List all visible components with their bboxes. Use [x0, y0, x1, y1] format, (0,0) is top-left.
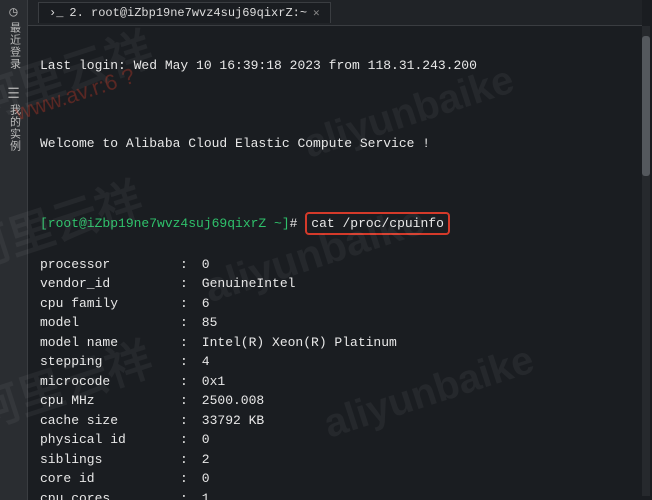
field-value: 0x1 — [194, 372, 225, 392]
field-key: model name — [40, 333, 180, 353]
field-value: 0 — [194, 430, 210, 450]
colon: : — [180, 352, 194, 372]
cpuinfo-row: cpu cores: 1 — [40, 489, 642, 500]
field-value: 85 — [194, 313, 217, 333]
field-key: cpu family — [40, 294, 180, 314]
command-text: cat /proc/cpuinfo — [311, 216, 444, 231]
field-key: cache size — [40, 411, 180, 431]
prompt-line: [root@iZbp19ne7wvz4suj69qixrZ ~]# cat /p… — [40, 212, 642, 236]
terminal-icon: ›_ — [49, 6, 63, 20]
field-value: 4 — [194, 352, 210, 372]
blank-line — [40, 173, 642, 193]
cpuinfo-row: microcode: 0x1 — [40, 372, 642, 392]
cpuinfo-row: stepping: 4 — [40, 352, 642, 372]
field-key: vendor_id — [40, 274, 180, 294]
field-value: 0 — [194, 469, 210, 489]
field-value: 2 — [194, 450, 210, 470]
sidebar-item-recent-login[interactable]: ◷ 最近登录 — [4, 6, 24, 70]
colon: : — [180, 333, 194, 353]
cpuinfo-row: physical id: 0 — [40, 430, 642, 450]
field-value: Intel(R) Xeon(R) Platinum — [194, 333, 397, 353]
clock-icon: ◷ — [9, 6, 17, 20]
command-highlight: cat /proc/cpuinfo — [305, 212, 450, 236]
field-value: GenuineIntel — [194, 274, 295, 294]
cpuinfo-row: vendor_id: GenuineIntel — [40, 274, 642, 294]
sidebar: ◷ 最近登录 ☰ 我的实例 — [0, 0, 28, 500]
colon: : — [180, 372, 194, 392]
field-key: core id — [40, 469, 180, 489]
colon: : — [180, 489, 194, 500]
field-value: 33792 KB — [194, 411, 264, 431]
cpuinfo-row: model: 85 — [40, 313, 642, 333]
field-value: 2500.008 — [194, 391, 264, 411]
colon: : — [180, 411, 194, 431]
colon: : — [180, 391, 194, 411]
prompt-hash: # — [290, 216, 298, 231]
field-key: siblings — [40, 450, 180, 470]
cpuinfo-row: processor: 0 — [40, 255, 642, 275]
cpuinfo-row: cpu MHz: 2500.008 — [40, 391, 642, 411]
colon: : — [180, 274, 194, 294]
field-key: cpu cores — [40, 489, 180, 500]
field-key: stepping — [40, 352, 180, 372]
scrollbar[interactable] — [642, 26, 650, 496]
field-value: 6 — [194, 294, 210, 314]
cpuinfo-row: model name: Intel(R) Xeon(R) Platinum — [40, 333, 642, 353]
field-key: processor — [40, 255, 180, 275]
scrollbar-thumb[interactable] — [642, 36, 650, 176]
field-value: 0 — [194, 255, 210, 275]
prompt-user: [root@iZbp19ne7wvz4suj69qixrZ ~] — [40, 216, 290, 231]
welcome-line: Welcome to Alibaba Cloud Elastic Compute… — [40, 134, 642, 154]
colon: : — [180, 450, 194, 470]
cpuinfo-row: cpu family: 6 — [40, 294, 642, 314]
cpuinfo-row: cache size: 33792 KB — [40, 411, 642, 431]
colon: : — [180, 313, 194, 333]
blank-line — [40, 95, 642, 115]
terminal-output[interactable]: Last login: Wed May 10 16:39:18 2023 fro… — [40, 36, 642, 500]
colon: : — [180, 469, 194, 489]
colon: : — [180, 255, 194, 275]
colon: : — [180, 294, 194, 314]
cpuinfo-row: siblings: 2 — [40, 450, 642, 470]
field-key: model — [40, 313, 180, 333]
field-key: microcode — [40, 372, 180, 392]
field-key: cpu MHz — [40, 391, 180, 411]
sidebar-item-label: 最近登录 — [6, 22, 22, 70]
field-value: 1 — [194, 489, 210, 500]
field-key: physical id — [40, 430, 180, 450]
colon: : — [180, 430, 194, 450]
cpuinfo-row: core id: 0 — [40, 469, 642, 489]
